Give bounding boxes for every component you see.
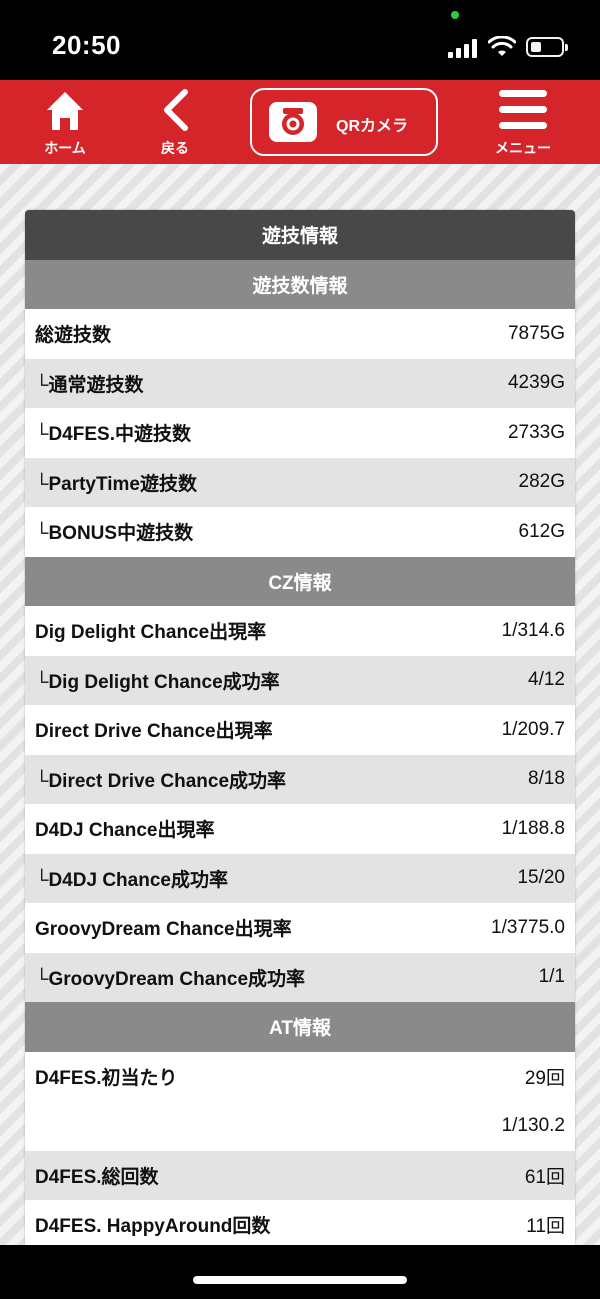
row-label: └GroovyDream Chance成功率 [35,968,306,990]
row-value: 1/314.6 [501,619,565,641]
table-row: 総遊技数 7875G [25,309,575,359]
row-value: 1/1 [538,966,565,988]
section-header-at: AT情報 [25,1002,575,1052]
row-value: 61回 [524,1166,565,1188]
play-info-card: 遊技情報 遊技数情報 総遊技数 7875G └通常遊技数 4239G └D4FE… [25,210,575,1245]
table-row: └Dig Delight Chance成功率 4/12 [25,655,575,705]
table-row: D4DJ Chance出現率 1/188.8 [25,804,575,854]
row-label: └Direct Drive Chance成功率 [35,770,287,792]
table-row: └D4DJ Chance成功率 15/20 [25,853,575,903]
table-row: └PartyTime遊技数 282G [25,457,575,507]
row-label: Direct Drive Chance出現率 [35,721,273,743]
table-row: └D4FES.中遊技数 2733G [25,408,575,458]
row-value: 282G [518,471,565,493]
row-label: └D4FES.中遊技数 [35,424,191,446]
row-value: 4239G [507,372,565,394]
table-row: D4FES.初当たり 29回 [25,1051,575,1101]
menu-button[interactable]: メニュー [484,80,562,164]
top-nav-bar: ホーム 戻る QRカメラ メニュー [0,80,600,164]
home-button[interactable]: ホーム [30,80,100,164]
table-row: D4FES. HappyAround回数 11回 [25,1200,575,1245]
row-value: 1/188.8 [501,817,565,839]
row-label: D4FES.総回数 [35,1166,159,1188]
qr-camera-button[interactable]: QRカメラ [250,88,438,156]
back-button[interactable]: 戻る [140,80,210,164]
home-indicator[interactable] [193,1276,407,1284]
row-label: └PartyTime遊技数 [35,473,197,495]
row-label: └D4DJ Chance成功率 [35,869,228,891]
table-row: 1/130.2 [25,1101,575,1151]
row-value: 29回 [524,1067,565,1089]
row-value: 4/12 [528,669,565,691]
table-row: D4FES.総回数 61回 [25,1150,575,1200]
table-row: └通常遊技数 4239G [25,358,575,408]
home-icon [47,92,83,130]
row-value: 1/209.7 [501,718,565,740]
table-row: GroovyDream Chance出現率 1/3775.0 [25,903,575,953]
status-time: 20:50 [52,30,121,60]
row-label: D4FES.初当たり [35,1067,178,1089]
row-label: D4FES. HappyAround回数 [35,1216,271,1238]
row-value: 7875G [507,322,565,344]
row-value: 1/3775.0 [491,916,565,938]
bottom-bar [0,1245,600,1299]
section-header-play-count: 遊技数情報 [25,259,575,309]
row-value: 11回 [526,1216,565,1238]
table-row: └GroovyDream Chance成功率 1/1 [25,952,575,1002]
wifi-icon [488,36,516,56]
camera-icon [269,102,317,142]
row-label: GroovyDream Chance出現率 [35,919,292,941]
camera-indicator-dot [451,11,459,19]
card-title: 遊技情報 [25,210,575,260]
row-label: Dig Delight Chance出現率 [35,622,267,644]
home-label: ホーム [44,140,86,156]
chevron-left-icon [164,89,188,131]
row-value: 1/130.2 [501,1114,565,1136]
status-bar: 20:50 [0,0,600,80]
row-label: └Dig Delight Chance成功率 [35,671,280,693]
row-value: 8/18 [528,768,565,790]
table-row: └BONUS中遊技数 612G [25,507,575,557]
section-header-cz: CZ情報 [25,556,575,606]
table-row: Direct Drive Chance出現率 1/209.7 [25,705,575,755]
cellular-signal-icon [448,38,480,58]
row-value: 15/20 [517,867,565,889]
table-row: └Direct Drive Chance成功率 8/18 [25,754,575,804]
table-row: Dig Delight Chance出現率 1/314.6 [25,606,575,656]
row-label: └通常遊技数 [35,374,144,396]
hamburger-menu-icon [499,90,547,129]
row-value: 2733G [507,421,565,443]
row-label: └BONUS中遊技数 [35,523,194,545]
row-label: 総遊技数 [35,325,112,347]
menu-label: メニュー [495,140,551,156]
row-value: 612G [518,520,565,542]
battery-icon [526,37,568,57]
row-label: D4DJ Chance出現率 [35,820,215,842]
qr-camera-label: QRカメラ [336,118,409,135]
back-label: 戻る [161,140,189,156]
content-area[interactable]: 遊技情報 遊技数情報 総遊技数 7875G └通常遊技数 4239G └D4FE… [0,164,600,1245]
